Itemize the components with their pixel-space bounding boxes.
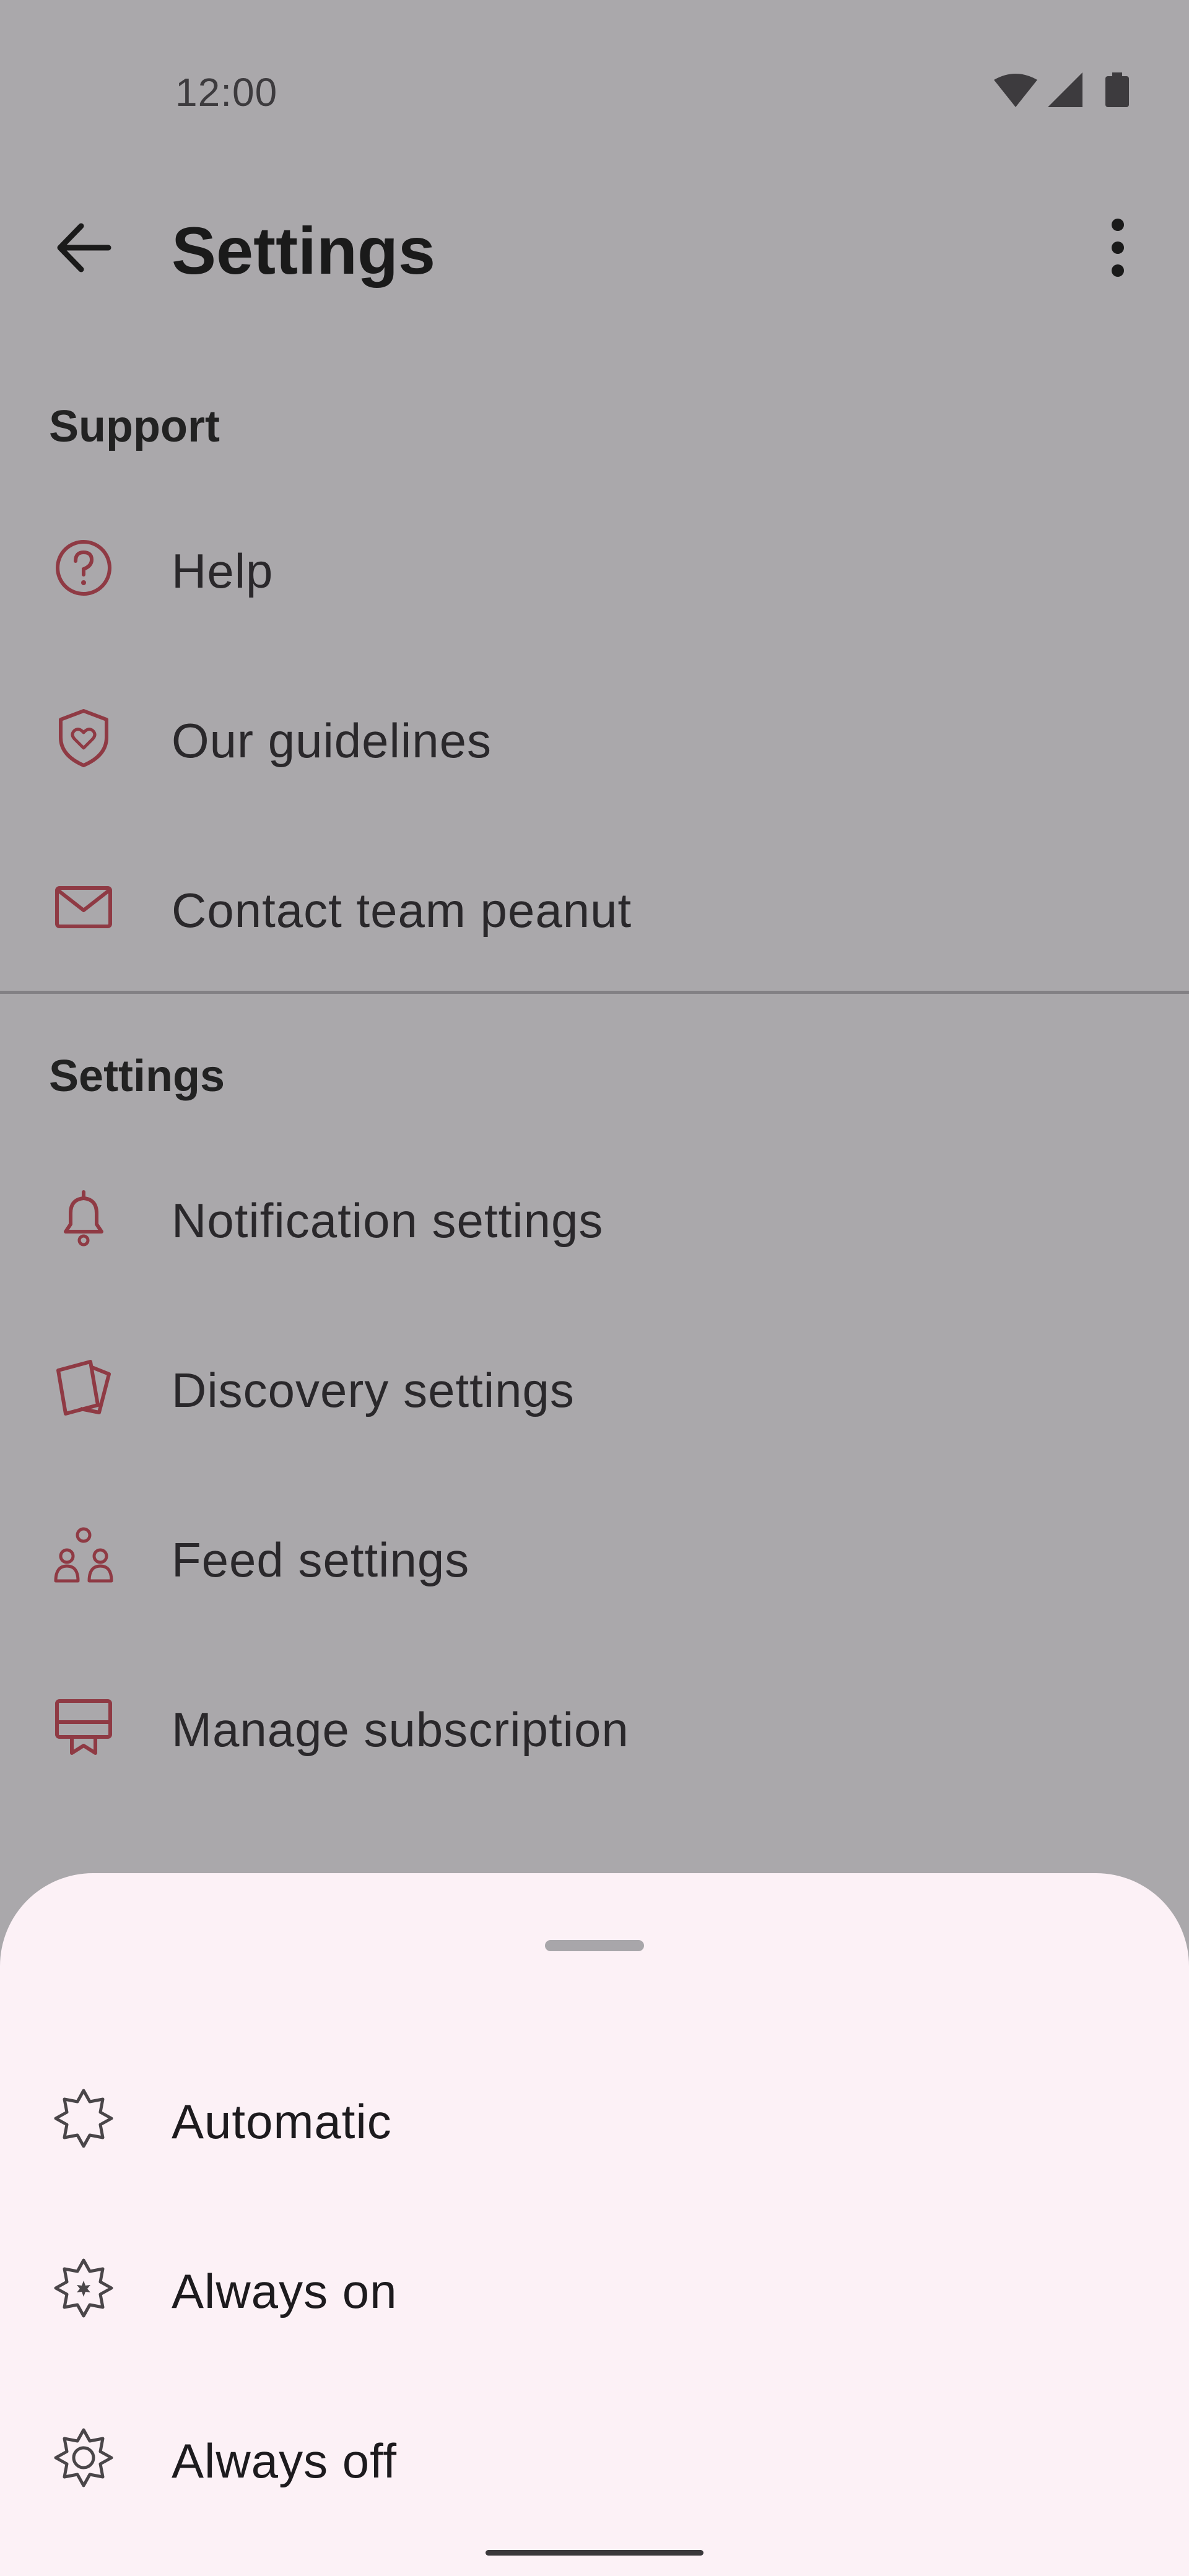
list-item-notification-settings[interactable]: Notification settings — [0, 1134, 1189, 1303]
wifi-icon — [994, 74, 1037, 107]
item-label: Discovery settings — [172, 1363, 575, 1417]
section-header-support: Support — [49, 402, 220, 451]
item-label: Help — [172, 544, 274, 598]
cards-icon — [50, 1353, 118, 1421]
list-item-discovery-settings[interactable]: Discovery settings — [0, 1303, 1189, 1473]
app-bar: Settings — [0, 186, 1189, 310]
item-label: Our guidelines — [172, 713, 492, 768]
list-item-feed-settings[interactable]: Feed settings — [0, 1473, 1189, 1643]
people-icon — [50, 1523, 118, 1591]
mail-icon — [50, 873, 118, 941]
list-item-our-guidelines[interactable]: Our guidelines — [0, 654, 1189, 824]
badge-outline-icon — [50, 2084, 118, 2152]
item-label: Always off — [172, 2434, 398, 2488]
option-automatic[interactable]: Automatic — [0, 2035, 1189, 2204]
section-divider — [0, 991, 1189, 994]
more-vert-icon — [1112, 219, 1124, 277]
item-label: Notification settings — [172, 1193, 604, 1248]
badge-on-icon — [50, 2254, 118, 2322]
option-always-off[interactable]: Always off — [0, 2374, 1189, 2544]
option-always-on[interactable]: Always on — [0, 2204, 1189, 2374]
item-label: Manage subscription — [172, 1702, 629, 1757]
help-circle-icon — [50, 534, 118, 602]
back-button[interactable] — [46, 214, 124, 282]
list-item-help[interactable]: Help — [0, 484, 1189, 654]
shield-heart-icon — [50, 703, 118, 772]
item-label: Feed settings — [172, 1533, 470, 1587]
badge-off-icon — [50, 2424, 118, 2492]
status-time: 12:00 — [175, 70, 278, 115]
bottom-sheet: Automatic Always on Always off — [0, 1873, 1189, 2576]
list-item-contact-team-peanut[interactable]: Contact team peanut — [0, 824, 1189, 993]
subscription-icon — [50, 1692, 118, 1760]
status-bar: 12:00 — [0, 0, 1189, 186]
page-title: Settings — [172, 213, 436, 288]
section-header-settings: Settings — [49, 1051, 225, 1101]
more-options-button[interactable] — [1084, 214, 1152, 282]
settings-screen: 12:00 Settings Support Help Our guidelin… — [0, 0, 1189, 2576]
battery-icon — [1105, 72, 1129, 107]
status-icons — [991, 71, 1139, 108]
arrow-back-icon — [57, 223, 111, 272]
bell-icon — [50, 1183, 118, 1251]
drag-handle[interactable] — [545, 1940, 644, 1951]
item-label: Always on — [172, 2264, 398, 2318]
item-label: Automatic — [172, 2094, 392, 2149]
cellular-signal-icon — [1048, 72, 1082, 107]
gesture-nav-bar[interactable] — [486, 2550, 703, 2556]
list-item-manage-subscription[interactable]: Manage subscription — [0, 1643, 1189, 1812]
item-label: Contact team peanut — [172, 883, 632, 938]
